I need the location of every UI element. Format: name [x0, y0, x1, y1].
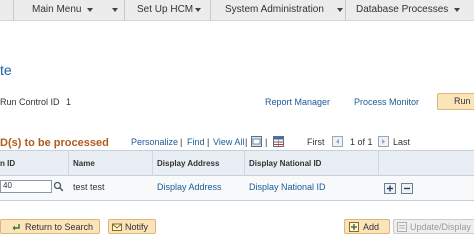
menu-system-administration-label: System Administration	[225, 4, 324, 15]
return-to-search-label: Return to Search	[25, 222, 94, 232]
menu-main-menu[interactable]: Main Menu	[13, 0, 124, 21]
zoom-grid-icon[interactable]	[251, 136, 262, 147]
last-label: Last	[393, 137, 411, 147]
chevron-down-icon	[195, 8, 201, 12]
run-control-id-label: Run Control ID	[0, 97, 60, 107]
column-header-display-national-id[interactable]: Display National ID	[249, 159, 321, 168]
process-monitor-link[interactable]: Process Monitor	[354, 97, 419, 107]
grid-separator: |	[207, 137, 210, 147]
grid-header-row: n ID Name Display Address Display Nation…	[0, 150, 474, 176]
menu-system-administration[interactable]: System Administration	[210, 0, 345, 21]
grid-separator: |	[265, 137, 268, 147]
delete-row-button[interactable]	[401, 183, 413, 194]
display-national-id-link[interactable]: Display National ID	[249, 182, 326, 192]
column-header-display-address[interactable]: Display Address	[157, 159, 219, 168]
update-display-button[interactable]: Update/Display	[393, 219, 474, 234]
return-to-search-button[interactable]: Return to Search	[0, 219, 100, 234]
name-cell: test test	[73, 182, 105, 192]
notify-label: Notify	[125, 222, 149, 232]
menu-main-menu-label: Main Menu	[32, 4, 82, 15]
notify-button[interactable]: Notify	[108, 219, 156, 234]
chevron-down-icon	[87, 8, 93, 12]
update-display-label: Update/Display	[410, 222, 472, 232]
first-label: First	[307, 137, 325, 147]
grid-separator: |	[180, 137, 183, 147]
menu-database-processes-label: Database Processes	[356, 4, 449, 15]
run-control-id-value: 1	[66, 97, 72, 107]
add-icon	[349, 222, 359, 232]
chevron-down-icon	[112, 8, 118, 12]
personalize-link[interactable]: Personalize	[131, 137, 178, 147]
page-range: 1 of 1	[350, 137, 373, 147]
menu-set-up-hcm[interactable]: Set Up HCM	[124, 0, 210, 21]
chevron-down-icon	[337, 8, 343, 12]
previous-arrow-icon	[332, 136, 343, 147]
top-menu-bar: Main Menu Set Up HCM System Administrati…	[0, 0, 474, 21]
column-header-name[interactable]: Name	[73, 159, 95, 168]
add-label: Add	[363, 222, 380, 232]
grid-title: D(s) to be processed	[0, 137, 109, 149]
update-display-icon	[397, 222, 407, 232]
add-row-button[interactable]	[384, 183, 396, 194]
display-address-link[interactable]: Display Address	[157, 182, 222, 192]
report-manager-link[interactable]: Report Manager	[265, 97, 330, 107]
page-title: te	[0, 62, 12, 78]
search-icon[interactable]	[53, 181, 64, 192]
find-link[interactable]: Find	[187, 137, 205, 147]
id-input[interactable]: 40	[0, 180, 52, 193]
menu-database-processes[interactable]: Database Processes	[345, 0, 474, 21]
next-arrow-icon	[378, 136, 389, 147]
download-spreadsheet-icon[interactable]	[273, 136, 284, 147]
view-all-link[interactable]: View All	[213, 137, 244, 147]
notify-envelope-icon	[112, 222, 122, 232]
run-button[interactable]: Run	[437, 93, 474, 110]
column-header-id[interactable]: n ID	[0, 159, 15, 168]
chevron-down-icon	[454, 8, 460, 12]
grid-separator: |	[245, 137, 248, 147]
return-arrow-icon	[11, 222, 21, 232]
add-button[interactable]: Add	[344, 219, 390, 234]
menu-set-up-hcm-label: Set Up HCM	[137, 4, 194, 15]
